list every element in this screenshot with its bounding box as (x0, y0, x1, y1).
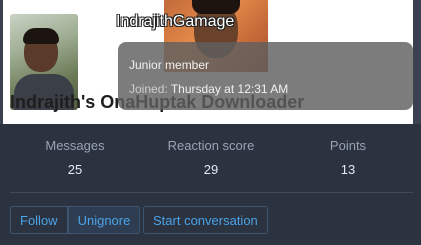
member-tooltip: Junior member Joined: Thursday at 12:31 … (118, 42, 413, 110)
joined-label: Joined: (129, 82, 168, 96)
joined-value: Thursday at 12:31 AM (170, 82, 289, 96)
stat-value: 29 (203, 162, 219, 177)
start-conversation-button[interactable]: Start conversation (143, 206, 268, 234)
follow-button[interactable]: Follow (10, 206, 68, 234)
stat-messages[interactable]: Messages 25 (10, 138, 140, 177)
stat-reaction-score[interactable]: Reaction score 29 (146, 138, 276, 177)
photo-hair (192, 0, 240, 14)
profile-card-header: Indrajith's OnaHuptak Downloader Indraji… (0, 0, 421, 124)
username[interactable]: IndrajithGamage (116, 13, 234, 31)
stat-label: Points (329, 138, 367, 153)
member-role: Junior member (129, 58, 210, 72)
stat-points[interactable]: Points 13 (283, 138, 413, 177)
card-left-edge (0, 0, 3, 124)
stat-value: 25 (67, 162, 83, 177)
stat-label: Reaction score (167, 138, 255, 153)
unignore-button[interactable]: Unignore (67, 206, 141, 234)
avatar-hair (23, 28, 59, 44)
divider (10, 192, 413, 193)
stat-label: Messages (45, 138, 105, 153)
follow-button-group: Follow Unignore (10, 206, 141, 234)
card-right-edge (413, 0, 421, 124)
member-joined: Joined: Thursday at 12:31 AM (129, 82, 288, 96)
stat-value: 13 (340, 162, 356, 177)
